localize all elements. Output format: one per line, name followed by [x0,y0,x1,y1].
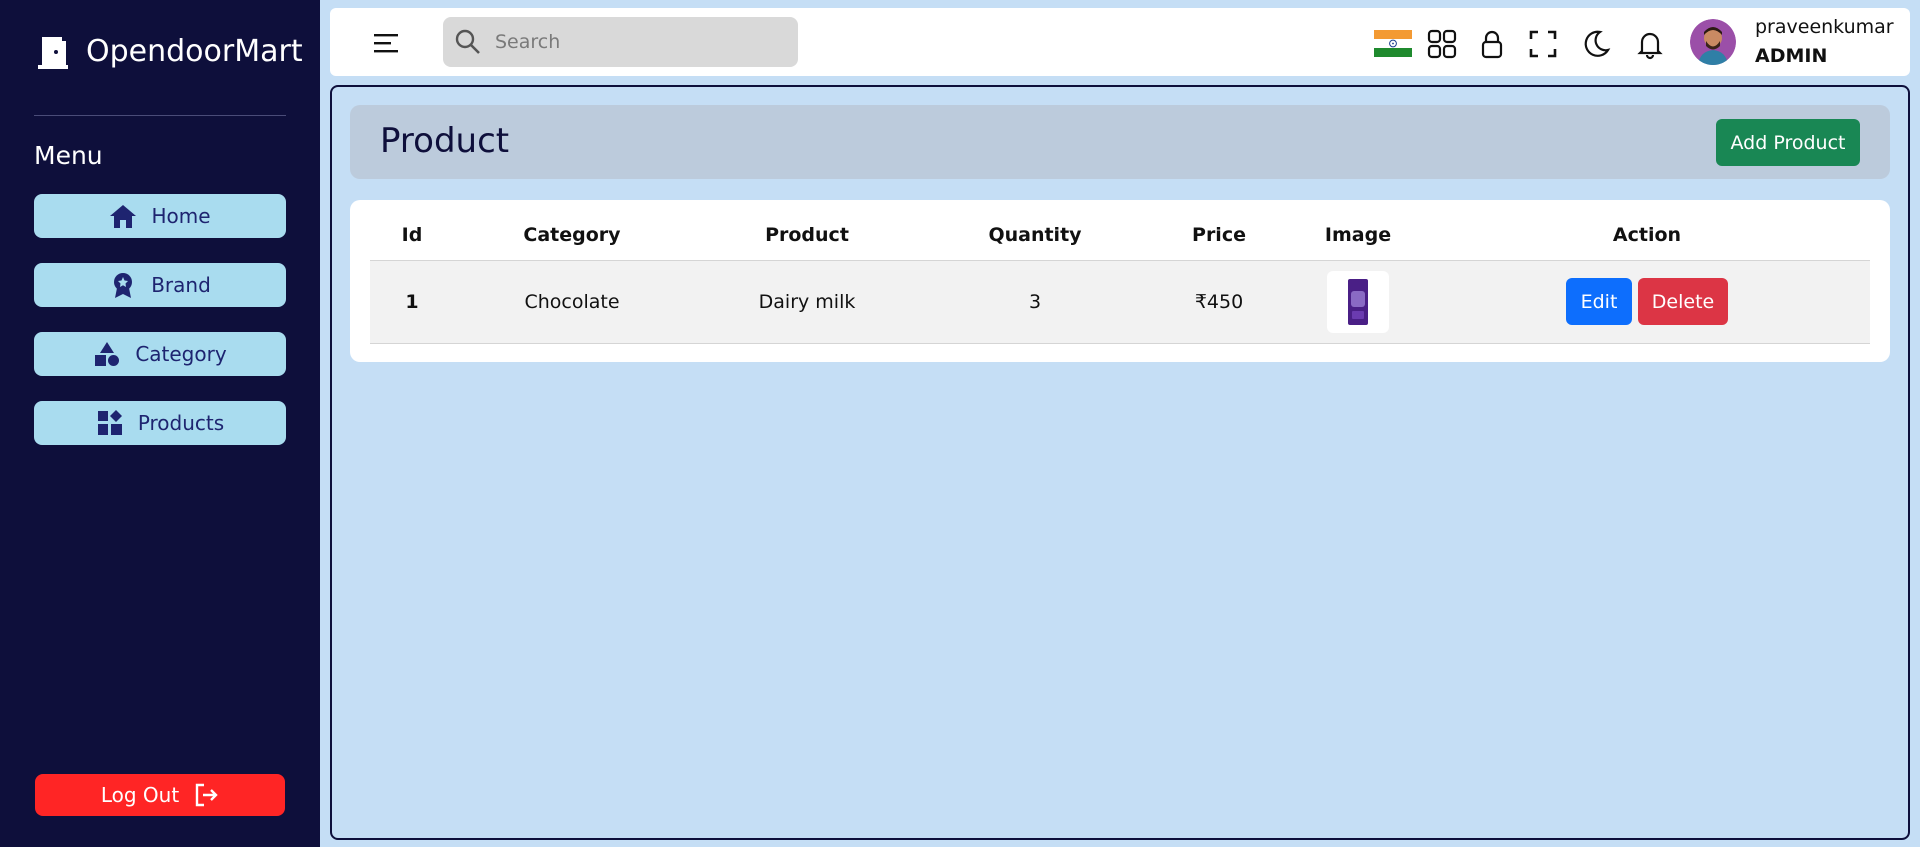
logout-icon [195,783,218,807]
sidebar-item-category[interactable]: Category [34,332,286,376]
cell-quantity: 3 [924,260,1146,344]
sidebar-divider [34,115,286,116]
cell-id: 1 [370,260,454,344]
chocolate-bar-image-icon [1348,278,1368,325]
cell-category: Chocolate [454,260,690,344]
logout-label: Log Out [100,783,180,807]
search-input[interactable] [495,31,775,53]
column-header-action: Action [1424,210,1870,261]
hamburger-menu-icon[interactable] [372,32,402,54]
sidebar: OpendoorMart Menu Home Brand Category Pr… [0,0,320,847]
page-header: Product Add Product [350,105,1890,179]
sidebar-item-products[interactable]: Products [34,401,286,445]
shapes-icon [95,342,120,366]
edit-button[interactable]: Edit [1566,278,1632,325]
table-header-row: Id Category Product Quantity Price Image… [370,210,1870,261]
menu-title: Menu [34,141,103,170]
sidebar-item-home[interactable]: Home [34,194,286,238]
grid-icon [97,410,122,435]
cell-product: Dairy milk [690,260,924,344]
sidebar-item-brand[interactable]: Brand [34,263,286,307]
page-title: Product [380,121,510,161]
badge-icon [114,273,133,298]
sidebar-item-label: Brand [151,273,211,297]
column-header-price: Price [1146,210,1292,261]
brand-name: OpendoorMart [86,34,303,69]
sidebar-item-label: Category [135,342,227,366]
sidebar-item-label: Products [137,411,225,435]
cell-action: Edit Delete [1424,260,1870,344]
logout-button[interactable]: Log Out [35,774,285,816]
fullscreen-icon[interactable] [1527,28,1559,60]
sidebar-item-label: Home [151,204,211,228]
topbar: praveenkumar ADMIN [330,8,1910,76]
search-icon [455,29,480,54]
india-flag-icon[interactable] [1374,30,1412,57]
product-table: Id Category Product Quantity Price Image… [370,210,1870,344]
avatar[interactable] [1690,19,1736,65]
column-header-quantity: Quantity [924,210,1146,261]
cell-image [1292,260,1424,344]
product-thumbnail[interactable] [1327,270,1389,333]
add-product-button[interactable]: Add Product [1716,119,1860,166]
column-header-product: Product [690,210,924,261]
product-table-card: Id Category Product Quantity Price Image… [350,200,1890,362]
search-box [443,17,798,67]
lock-icon[interactable] [1476,28,1508,60]
user-role: ADMIN [1755,45,1828,67]
door-icon [38,36,68,69]
cell-price: ₹450 [1146,260,1292,344]
home-icon [110,205,137,228]
notification-bell-icon[interactable] [1634,28,1666,60]
column-header-image: Image [1292,210,1424,261]
delete-button[interactable]: Delete [1638,278,1728,325]
user-name: praveenkumar [1755,16,1894,38]
brand[interactable]: OpendoorMart [38,34,303,69]
apps-grid-icon[interactable] [1426,28,1458,60]
dark-mode-moon-icon[interactable] [1580,28,1612,60]
table-row: 1 Chocolate Dairy milk 3 ₹450 Edit Delet… [370,260,1870,344]
main-panel: Product Add Product Id Category Product … [330,85,1910,840]
column-header-id: Id [370,210,454,261]
column-header-category: Category [454,210,690,261]
